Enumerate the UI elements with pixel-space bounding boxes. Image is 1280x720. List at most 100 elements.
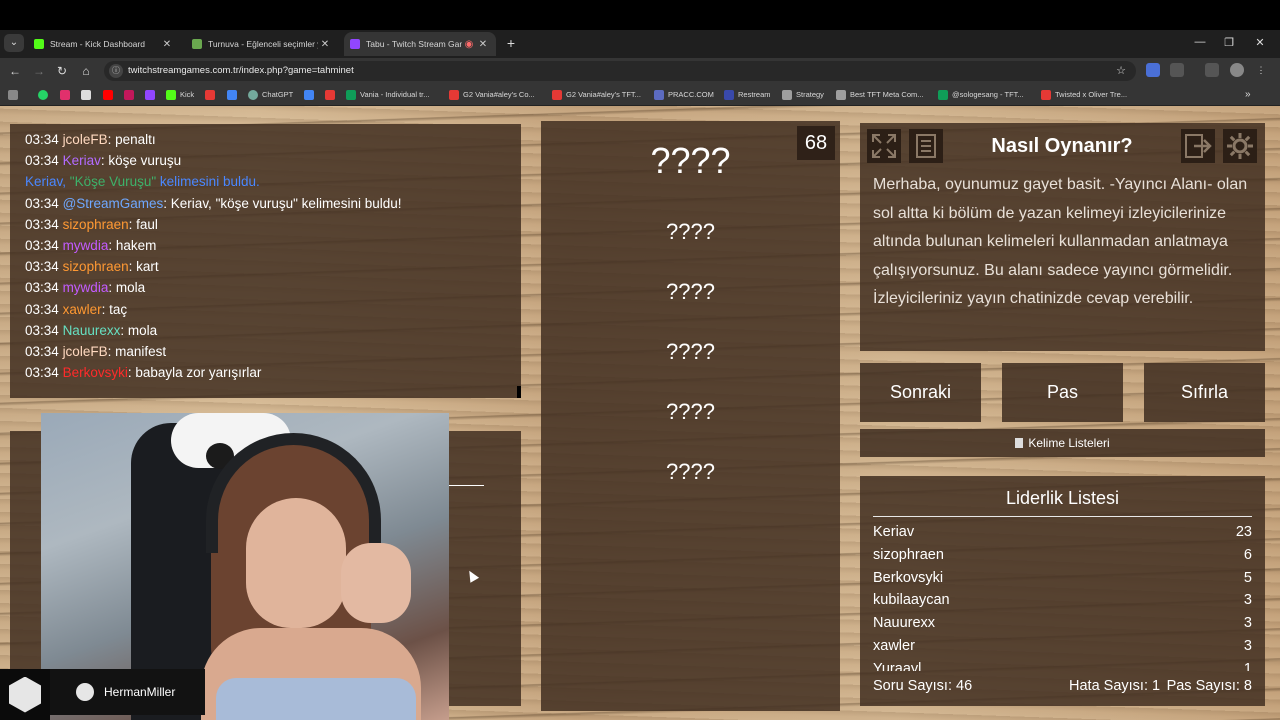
close-icon[interactable]: ✕ — [476, 39, 490, 50]
home-icon[interactable]: ⌂ — [77, 62, 95, 80]
chat-notice: Keriav, "Köşe Vuruşu" kelimesini buldu. — [25, 174, 260, 190]
profile-avatar[interactable] — [1230, 63, 1244, 77]
rules-button[interactable] — [909, 129, 943, 163]
streamer-name-overlay: HermanMiller — [50, 669, 205, 715]
how-to-play-title: Nasıl Oynanır? — [991, 135, 1133, 157]
kick-icon — [166, 90, 176, 100]
bookmark-icon — [449, 90, 459, 100]
twitch-icon[interactable] — [145, 90, 155, 100]
streamer-icon — [76, 683, 94, 701]
leaderboard-row: Keriav 23 — [873, 524, 1252, 540]
menu-dots-icon[interactable]: ⋮ — [1254, 63, 1268, 77]
leaderboard-row: kubilaaycan 3 — [873, 592, 1252, 609]
chat-message: 03:34 mywdia: hakem — [25, 238, 157, 254]
document-icon — [916, 134, 936, 158]
reset-button[interactable]: Sıfırla — [1144, 363, 1265, 422]
bookmark-kick[interactable]: Kick — [166, 88, 194, 102]
chat-message: 03:34 sizophraen: kart — [25, 259, 159, 275]
leaderboard-row: xawler 3 — [873, 637, 1252, 654]
bookmark-chatgpt[interactable]: ChatGPT — [248, 88, 293, 102]
bookmark-icon — [552, 90, 562, 100]
leaderboard-list[interactable]: Keriav 23 sizophraen 6 Berkovsyki 5 kubilaa… — [873, 521, 1252, 671]
exit-button[interactable] — [1181, 129, 1215, 163]
reload-icon[interactable]: ↻ — [53, 62, 71, 80]
restore-icon[interactable]: ❐ — [1221, 36, 1237, 49]
main-word: ???? — [650, 140, 731, 181]
tab-turnuva[interactable]: Turnuva - Eğlenceli seçimler yap ✕ — [186, 32, 338, 56]
bookmark-vania-co[interactable]: G2 Vania#aley's Co... — [449, 88, 535, 102]
forbidden-word: ???? — [666, 279, 715, 304]
bookmark-vania-tft[interactable]: G2 Vania#aley's TFT... — [552, 88, 641, 102]
bookmark-strategy[interactable]: Strategy — [782, 88, 824, 102]
translate-extension-icon[interactable] — [1146, 63, 1160, 77]
settings-button[interactable] — [1223, 129, 1257, 163]
bookmark-icon[interactable] — [304, 90, 314, 100]
bookmark-label: ChatGPT — [262, 90, 294, 99]
bookmark-twisted[interactable]: Twisted x Oliver Tre... — [1041, 88, 1127, 102]
bookmark-icon[interactable] — [124, 90, 134, 100]
new-tab-button[interactable]: + — [503, 34, 519, 52]
bookmark-restream[interactable]: Restream — [724, 88, 771, 102]
close-window-icon[interactable]: ✕ — [1252, 36, 1268, 49]
tab-search-button[interactable]: ⌄ — [4, 34, 24, 52]
whatsapp-icon[interactable] — [38, 90, 48, 100]
bookmark-label: G2 Vania#aley's TFT... — [566, 90, 641, 99]
apps-icon[interactable] — [8, 90, 18, 100]
notepad-icon — [1015, 438, 1024, 448]
shirt-shape — [216, 678, 416, 720]
question-count: Soru Sayısı: 46 — [873, 678, 973, 694]
chat-message: 03:34 @StreamGames: Keriav, "köşe vuruşu… — [25, 195, 402, 211]
bookmark-icon[interactable] — [325, 90, 335, 100]
bookmark-star-icon[interactable]: ☆ — [1116, 61, 1126, 81]
bookmark-label: @sologesang - TFT... — [952, 90, 1024, 99]
how-to-play-text: Merhaba, oyunumuz gayet basit. -Yayıncı … — [873, 176, 1248, 308]
chat-message: 03:34 mywdia: mola — [25, 280, 146, 296]
x-icon[interactable] — [81, 90, 91, 100]
instagram-icon[interactable] — [60, 90, 70, 100]
bookmark-label: Restream — [738, 90, 771, 99]
chat-message: 03:34 Nauurexx: mola — [25, 322, 158, 338]
bookmark-label: Twisted x Oliver Tre... — [1055, 90, 1128, 99]
bookmark-pracc[interactable]: PRACC.COM — [654, 88, 714, 102]
next-button[interactable]: Sonraki — [860, 363, 981, 422]
translate-icon[interactable] — [227, 90, 237, 100]
logout-icon — [1185, 134, 1212, 158]
bookmark-sologesang[interactable]: @sologesang - TFT... — [938, 88, 1024, 102]
extensions-icon[interactable] — [1170, 63, 1184, 77]
media-controls-icon[interactable] — [1205, 63, 1219, 77]
site-info-icon[interactable]: ⓘ — [109, 64, 123, 78]
tab-kick-dashboard[interactable]: Stream - Kick Dashboard ✕ — [28, 32, 180, 56]
youtube-icon[interactable] — [103, 90, 113, 100]
streamer-name: HermanMiller — [104, 685, 176, 699]
close-icon[interactable]: ✕ — [160, 39, 174, 50]
tab-label: Turnuva - Eğlenceli seçimler yap — [208, 39, 318, 49]
address-bar[interactable]: ⓘ twitchstreamgames.com.tr/index.php?gam… — [104, 61, 1136, 81]
more-bookmarks-icon[interactable]: » — [1245, 88, 1251, 102]
close-icon[interactable]: ✕ — [318, 39, 332, 50]
tab-label: Tabu - Twitch Stream Games — [366, 39, 462, 49]
fullscreen-button[interactable] — [867, 129, 901, 163]
bookmark-label: Kick — [180, 90, 195, 99]
forward-icon[interactable]: → — [30, 62, 48, 80]
bookmark-label: Vania - Individual tr... — [360, 90, 430, 99]
chat-message: 03:34 jcoleFB: manifest — [25, 344, 167, 360]
bookmark-best-tft[interactable]: Best TFT Meta Com... — [836, 88, 924, 102]
bookmark-label: PRACC.COM — [668, 90, 714, 99]
leaderboard-title: Liderlik Listesi — [873, 488, 1252, 517]
word-lists-button[interactable]: Kelime Listeleri — [860, 429, 1265, 457]
chat-scrollbar[interactable] — [517, 386, 521, 398]
sheets-icon — [938, 90, 948, 100]
bookmark-vania-individual[interactable]: Vania - Individual tr... — [346, 88, 429, 102]
bookmark-label: Strategy — [796, 90, 824, 99]
bookmark-label: G2 Vania#aley's Co... — [463, 90, 535, 99]
pracc-icon — [654, 90, 664, 100]
leaderboard-row: Yuraayl 1 — [873, 660, 1252, 671]
minimize-icon[interactable]: — — [1192, 36, 1208, 48]
pass-button[interactable]: Pas — [1002, 363, 1123, 422]
tab-tabu[interactable]: Tabu - Twitch Stream Games ◉ ✕ — [344, 32, 496, 56]
tumblr-icon[interactable] — [205, 90, 215, 100]
chat-message: 03:34 Berkovsyki: babayla zor yarışırlar — [25, 365, 262, 381]
tab-strip: ⌄ Stream - Kick Dashboard ✕ Turnuva - Eğ… — [0, 30, 1280, 58]
pass-count: Pas Sayısı: 8 — [1166, 678, 1252, 694]
back-icon[interactable]: ← — [6, 62, 24, 80]
